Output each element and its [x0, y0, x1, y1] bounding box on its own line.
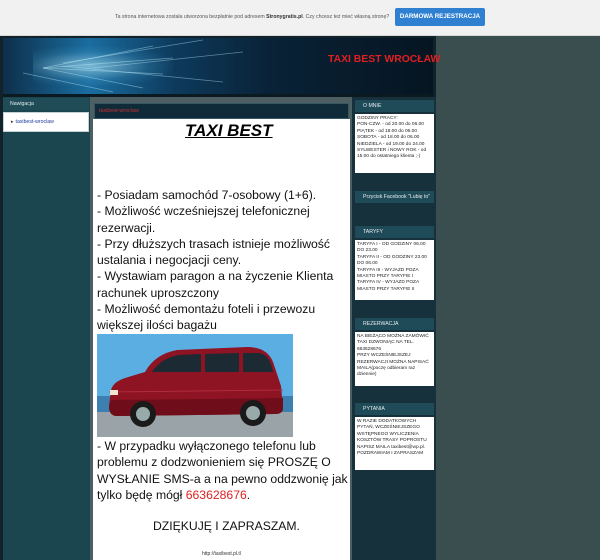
left-sidebar — [3, 97, 90, 560]
sidebar-title-text: Przycisk Facebook "Lubię to" — [363, 194, 431, 200]
thanks-text: DZIĘKUJĘ I ZAPRASZAM. — [153, 519, 300, 533]
sidebar-line: W RAZIE DODATKOWYCH PYTAŃ, WCZEŚNIEJSZEG… — [357, 419, 427, 450]
sidebar-title-text: PYTANIA — [363, 406, 385, 412]
notice-site-name: Stronygratis.pl — [266, 14, 303, 20]
feature-list: - Posiadam samochód 7-osobowy (1+6). - M… — [97, 187, 351, 334]
nav-menu: taxibest-wroclaw — [3, 112, 89, 132]
register-button[interactable]: DARMOWA REJESTRACJA — [395, 8, 485, 26]
sidebar-box-rezerwacja: NA BIEŻĄCO MOŻNA ZAMÓWIĆ TAXI DZWONIĄC N… — [355, 332, 434, 386]
notice-text-before: Ta strona internetowa została utworzona … — [115, 14, 267, 20]
sidebar-line: PON-CZW. - od 20.00 do 06.00 — [357, 122, 424, 128]
sidebar-line: TARYFA I - OD GODZINY 06.00 DO 23.00 — [357, 242, 426, 254]
sidebar-title-pytania: PYTANIA — [355, 403, 434, 415]
sidebar-box-pytania: W RAZIE DODATKOWYCH PYTAŃ, WCZEŚNIEJSZEG… — [355, 417, 434, 470]
footer-url-link[interactable]: http://taxibest.pl.tl — [202, 551, 241, 557]
page-background-right — [436, 36, 600, 560]
feature-line: - Możliwość wcześniejszej telefonicznej … — [97, 204, 310, 235]
sidebar-title-text: REZERWACJA — [363, 321, 399, 327]
contact-paragraph: - W przypadku wyłączonego telefonu lub p… — [97, 438, 351, 503]
sidebar-title-text: O MNIE — [363, 103, 382, 109]
sidebar-line: PRZY WCZEŚNIEJSZEJ REZERWACJI MOŻNA NAPI… — [357, 353, 429, 378]
notice-text-after: . Czy chcesz też mieć własną stronę? — [302, 14, 390, 20]
main-title-bar: taxibest-wroclaw — [94, 103, 349, 119]
main-page-title: taxibest-wroclaw — [99, 108, 139, 114]
notice-text: Ta strona internetowa została utworzona … — [115, 14, 389, 20]
registration-notice-bar: Ta strona internetowa została utworzona … — [0, 0, 600, 36]
sidebar-title-taryfy: TARYFY — [355, 226, 434, 238]
header-banner — [3, 38, 433, 94]
site-title: TAXI BEST WROCŁAW — [328, 54, 441, 65]
feature-line: - Przy dłuższych trasach istnieje możliw… — [97, 236, 330, 268]
main-heading: TAXI BEST — [185, 121, 273, 140]
sidebar-line: TARYFA II - OD GODZINY 23.00 DO 06.00 — [357, 254, 427, 267]
nav-title-bar: Nawigacja — [3, 98, 89, 110]
sidebar-title-rezerwacja: REZERWACJA — [355, 318, 434, 330]
car-illustration — [97, 334, 293, 437]
phone-number[interactable]: 663628676 — [186, 488, 247, 502]
sidebar-line: SYLWESTER i NOWY ROK - od 15.00 do ostat… — [357, 148, 427, 160]
sidebar-title-text: TARYFY — [363, 229, 383, 235]
feature-line: - Posiadam samochód 7-osobowy (1+6). — [97, 188, 317, 202]
header-light-rays — [22, 39, 244, 93]
sidebar-line: NA BIEŻĄCO MOŻNA ZAMÓWIĆ TAXI DZWONIĄC N… — [357, 334, 429, 352]
feature-line: - Wystawiam paragon a na życzenie Klient… — [97, 269, 334, 300]
sidebar-line: TARYFA III - WYJAZD POZA MIASTO PRZY TAR… — [357, 267, 419, 280]
sidebar-box-o-mnie: GODZINY PRACY: PON-CZW. - od 20.00 do 06… — [355, 114, 434, 173]
sidebar-title-o-mnie: O MNIE — [355, 100, 434, 112]
sidebar-box-taryfy: TARYFA I - OD GODZINY 06.00 DO 23.00 TAR… — [355, 240, 434, 300]
feature-line: - Możliwość demontażu foteli i przewozu … — [97, 302, 316, 333]
sidebar-title-facebook: Przycisk Facebook "Lubię to" — [355, 191, 434, 203]
nav-title: Nawigacja — [10, 101, 34, 107]
car-photo — [97, 334, 293, 437]
sidebar-line: POZDRAWIAM I ZAPRASZAM — [357, 451, 424, 457]
sidebar-line: TARYFA IV - WYJAZD POZA MIASTO PRZY TARY… — [357, 280, 419, 292]
nav-item-taxibest-wroclaw[interactable]: taxibest-wroclaw — [11, 119, 54, 125]
contact-text-end: . — [246, 487, 251, 502]
